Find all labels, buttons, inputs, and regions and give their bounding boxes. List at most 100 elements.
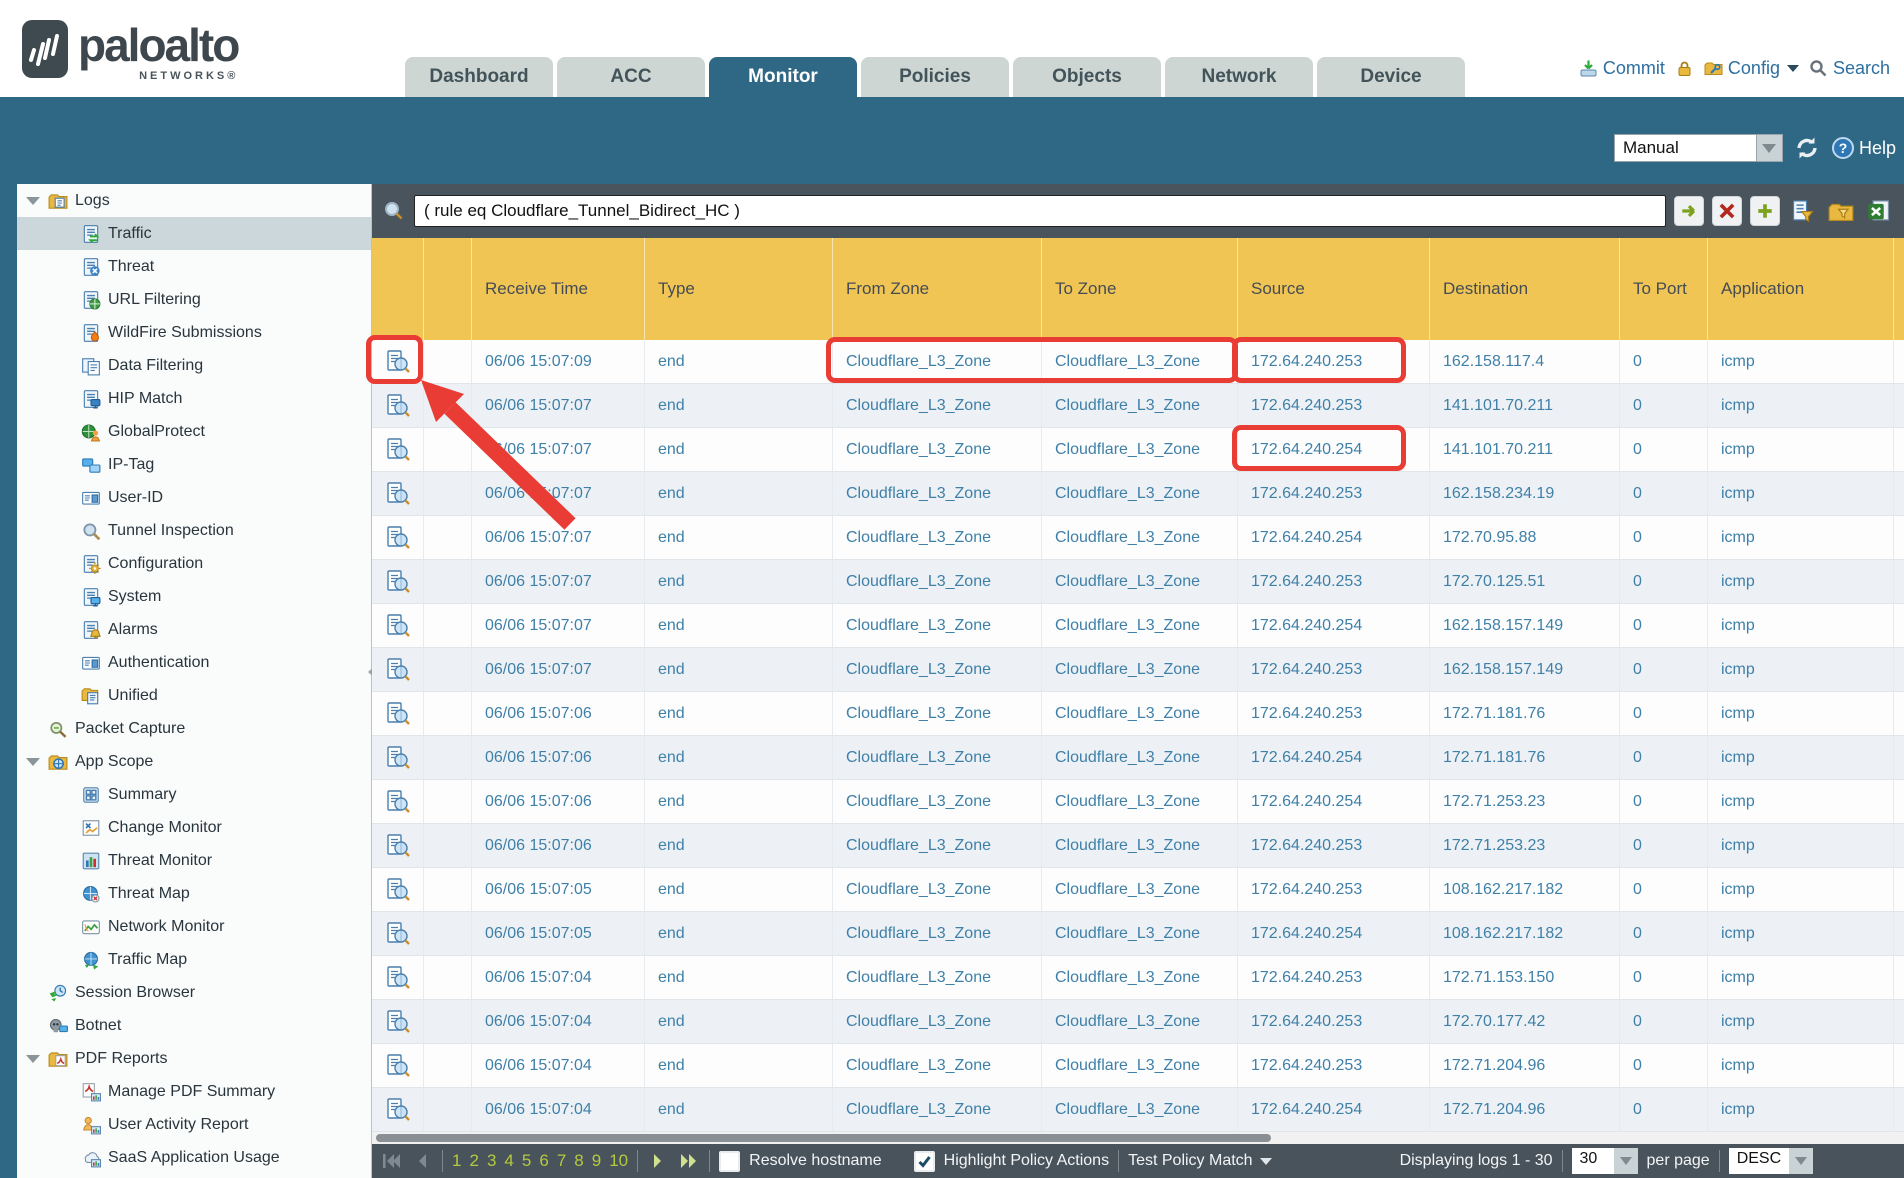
- cell-receive-time[interactable]: 06/06 15:07:05: [472, 912, 645, 955]
- cell-application[interactable]: icmp: [1708, 912, 1894, 955]
- cell-from-zone[interactable]: Cloudflare_L3_Zone: [833, 472, 1042, 515]
- tab-acc[interactable]: ACC: [557, 57, 705, 97]
- cell-application[interactable]: icmp: [1708, 1044, 1894, 1087]
- cell-receive-time[interactable]: 06/06 15:07:04: [472, 956, 645, 999]
- cell-receive-time[interactable]: 06/06 15:07:07: [472, 516, 645, 559]
- column-header-destination[interactable]: Destination: [1430, 238, 1620, 340]
- refresh-icon[interactable]: [1793, 134, 1821, 162]
- page-link-1[interactable]: 1: [452, 1151, 461, 1171]
- cell-to-port[interactable]: 0: [1620, 516, 1708, 559]
- log-detail-magnifier-icon[interactable]: [385, 1053, 411, 1079]
- log-detail-magnifier-icon[interactable]: [385, 569, 411, 595]
- sidebar-item-url-filtering[interactable]: URL Filtering: [17, 283, 371, 316]
- sidebar-item-system[interactable]: System: [17, 580, 371, 613]
- cell-source[interactable]: 172.64.240.253: [1238, 1044, 1430, 1087]
- tab-monitor[interactable]: Monitor: [709, 57, 857, 97]
- cell-to-port[interactable]: 0: [1620, 780, 1708, 823]
- cell-action[interactable]: a: [1894, 604, 1904, 647]
- cell-source[interactable]: 172.64.240.254: [1238, 1088, 1430, 1131]
- sidebar-item-tunnel-inspection[interactable]: Tunnel Inspection: [17, 514, 371, 547]
- sidebar-item-summary[interactable]: Summary: [17, 778, 371, 811]
- cell-type[interactable]: end: [645, 384, 833, 427]
- cell-receive-time[interactable]: 06/06 15:07:06: [472, 736, 645, 779]
- sort-order-select[interactable]: DESC: [1729, 1148, 1813, 1174]
- log-detail-magnifier-icon[interactable]: [385, 657, 411, 683]
- cell-from-zone[interactable]: Cloudflare_L3_Zone: [833, 604, 1042, 647]
- cell-to-zone[interactable]: Cloudflare_L3_Zone: [1042, 648, 1238, 691]
- cell-source[interactable]: 172.64.240.253: [1238, 472, 1430, 515]
- cell-source[interactable]: 172.64.240.253: [1238, 956, 1430, 999]
- sidebar-item-threat[interactable]: Threat: [17, 250, 371, 283]
- cell-receive-time[interactable]: 06/06 15:07:04: [472, 1044, 645, 1087]
- cell-from-zone[interactable]: Cloudflare_L3_Zone: [833, 384, 1042, 427]
- cell-to-port[interactable]: 0: [1620, 824, 1708, 867]
- cell-from-zone[interactable]: Cloudflare_L3_Zone: [833, 1044, 1042, 1087]
- cell-receive-time[interactable]: 06/06 15:07:07: [472, 428, 645, 471]
- cell-from-zone[interactable]: Cloudflare_L3_Zone: [833, 1088, 1042, 1131]
- tab-dashboard[interactable]: Dashboard: [405, 57, 553, 97]
- cell-receive-time[interactable]: 06/06 15:07:07: [472, 472, 645, 515]
- cell-receive-time[interactable]: 06/06 15:07:06: [472, 824, 645, 867]
- cell-type[interactable]: end: [645, 824, 833, 867]
- cell-source[interactable]: 172.64.240.254: [1238, 604, 1430, 647]
- cell-type[interactable]: end: [645, 780, 833, 823]
- cell-to-port[interactable]: 0: [1620, 912, 1708, 955]
- cell-destination[interactable]: 141.101.70.211: [1430, 428, 1620, 471]
- cell-application[interactable]: icmp: [1708, 956, 1894, 999]
- cell-destination[interactable]: 172.70.177.42: [1430, 1000, 1620, 1043]
- sidebar-item-alarms[interactable]: Alarms: [17, 613, 371, 646]
- cell-to-port[interactable]: 0: [1620, 1044, 1708, 1087]
- load-filter-icon[interactable]: [1826, 196, 1856, 226]
- cell-type[interactable]: end: [645, 1088, 833, 1131]
- cell-source[interactable]: 172.64.240.254: [1238, 428, 1430, 471]
- cell-application[interactable]: icmp: [1708, 428, 1894, 471]
- cell-destination[interactable]: 108.162.217.182: [1430, 868, 1620, 911]
- cell-source[interactable]: 172.64.240.253: [1238, 648, 1430, 691]
- log-filter-input[interactable]: [414, 195, 1666, 227]
- sidebar-item-network-monitor[interactable]: Network Monitor: [17, 910, 371, 943]
- cell-receive-time[interactable]: 06/06 15:07:07: [472, 604, 645, 647]
- cell-receive-time[interactable]: 06/06 15:07:07: [472, 384, 645, 427]
- cell-destination[interactable]: 172.71.181.76: [1430, 736, 1620, 779]
- cell-action[interactable]: a: [1894, 1088, 1904, 1131]
- page-link-5[interactable]: 5: [522, 1151, 531, 1171]
- cell-to-port[interactable]: 0: [1620, 428, 1708, 471]
- cell-type[interactable]: end: [645, 868, 833, 911]
- cell-to-zone[interactable]: Cloudflare_L3_Zone: [1042, 1044, 1238, 1087]
- cell-type[interactable]: end: [645, 692, 833, 735]
- log-detail-magnifier-icon[interactable]: [385, 349, 411, 375]
- next-page-button[interactable]: [647, 1150, 669, 1172]
- cell-type[interactable]: end: [645, 516, 833, 559]
- test-policy-match-button[interactable]: Test Policy Match: [1128, 1152, 1271, 1170]
- cell-receive-time[interactable]: 06/06 15:07:07: [472, 648, 645, 691]
- cell-source[interactable]: 172.64.240.254: [1238, 736, 1430, 779]
- cell-receive-time[interactable]: 06/06 15:07:07: [472, 560, 645, 603]
- column-header-a[interactable]: A: [1894, 238, 1904, 340]
- cell-to-zone[interactable]: Cloudflare_L3_Zone: [1042, 516, 1238, 559]
- cell-action[interactable]: a: [1894, 824, 1904, 867]
- tab-objects[interactable]: Objects: [1013, 57, 1161, 97]
- log-detail-magnifier-icon[interactable]: [385, 481, 411, 507]
- cell-destination[interactable]: 172.70.95.88: [1430, 516, 1620, 559]
- cell-to-port[interactable]: 0: [1620, 648, 1708, 691]
- sort-order-dropdown-button[interactable]: [1789, 1148, 1813, 1174]
- cell-receive-time[interactable]: 06/06 15:07:04: [472, 1000, 645, 1043]
- cell-action[interactable]: a: [1894, 868, 1904, 911]
- cell-to-port[interactable]: 0: [1620, 736, 1708, 779]
- highlight-policy-actions-checkbox[interactable]: [914, 1151, 935, 1172]
- page-link-2[interactable]: 2: [469, 1151, 478, 1171]
- cell-source[interactable]: 172.64.240.253: [1238, 384, 1430, 427]
- page-link-8[interactable]: 8: [574, 1151, 583, 1171]
- page-link-6[interactable]: 6: [539, 1151, 548, 1171]
- page-size-select[interactable]: 30: [1572, 1148, 1638, 1174]
- cell-to-port[interactable]: 0: [1620, 560, 1708, 603]
- filter-builder-icon[interactable]: [1788, 196, 1818, 226]
- cell-application[interactable]: icmp: [1708, 824, 1894, 867]
- cell-to-zone[interactable]: Cloudflare_L3_Zone: [1042, 472, 1238, 515]
- log-detail-magnifier-icon[interactable]: [385, 437, 411, 463]
- cell-destination[interactable]: 162.158.117.4: [1430, 340, 1620, 383]
- commit-button[interactable]: Commit: [1579, 58, 1665, 79]
- cell-to-zone[interactable]: Cloudflare_L3_Zone: [1042, 1088, 1238, 1131]
- cell-destination[interactable]: 172.70.125.51: [1430, 560, 1620, 603]
- sidebar-item-wildfire-submissions[interactable]: WildFire Submissions: [17, 316, 371, 349]
